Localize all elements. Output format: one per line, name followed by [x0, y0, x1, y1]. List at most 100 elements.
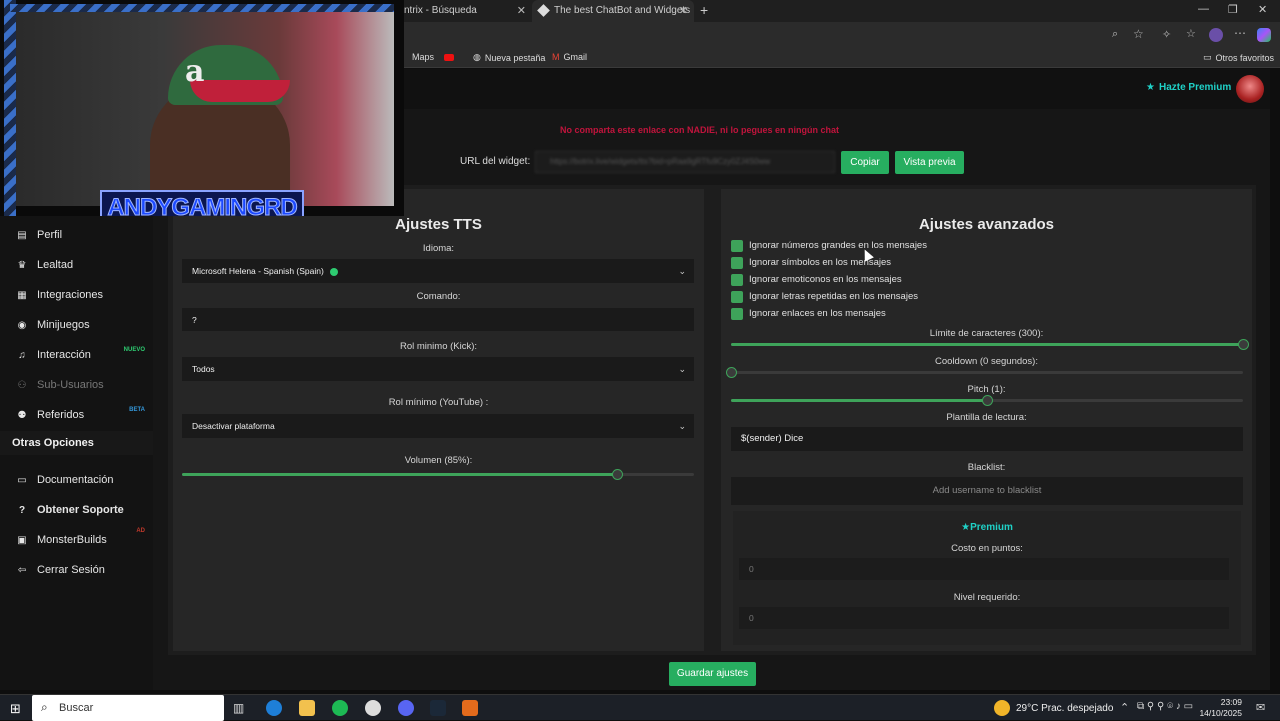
- language-select[interactable]: Microsoft Helena - Spanish (Spain) ⌄: [182, 259, 694, 283]
- weather-icon[interactable]: [994, 700, 1010, 716]
- discord-icon[interactable]: [398, 700, 414, 716]
- sidebar-item-label: Obtener Soporte: [37, 504, 124, 516]
- slider-knob[interactable]: [725, 367, 737, 378]
- clock-time[interactable]: 23:09: [1200, 697, 1242, 707]
- slider-knob[interactable]: [1237, 339, 1249, 350]
- command-label: Comando:: [416, 291, 461, 302]
- sidebar-item-perfil[interactable]: ▤ Perfil: [16, 225, 151, 245]
- tts-panel: Ajustes TTS Idioma: Microsoft Helena - S…: [173, 189, 704, 651]
- copilot-icon[interactable]: [1257, 28, 1271, 42]
- close-window-icon[interactable]: ✕: [1258, 3, 1267, 16]
- volume-slider[interactable]: [182, 469, 694, 480]
- sidebar-item-interaccion[interactable]: ♫ Interacción NUEVO: [16, 345, 151, 365]
- sidebar-item-documentacion[interactable]: ▭ Documentación: [16, 470, 151, 490]
- kick-role-select[interactable]: Todos ⌄: [182, 357, 694, 381]
- premium-link[interactable]: ★ Hazte Premium: [1146, 82, 1231, 93]
- kick-role-label: Rol minimo (Kick):: [399, 341, 478, 352]
- char-limit-slider[interactable]: [731, 339, 1249, 350]
- more-icon[interactable]: ⋯: [1234, 26, 1246, 40]
- favorites-icon[interactable]: ☆: [1186, 27, 1196, 40]
- maximize-icon[interactable]: ❐: [1228, 3, 1238, 16]
- slider-knob[interactable]: [611, 469, 623, 480]
- premium-title-text: Premium: [970, 522, 1013, 533]
- steam-icon[interactable]: [430, 700, 446, 716]
- sidebar-item-monsterbuilds[interactable]: ▣ MonsterBuilds AD: [16, 528, 151, 550]
- sidebar-item-integraciones[interactable]: ▦ Integraciones: [16, 285, 151, 305]
- zoom-icon[interactable]: ⌕: [1112, 28, 1118, 41]
- blacklist-input[interactable]: Add username to blacklist: [731, 477, 1243, 505]
- streamer-name-plate: ANDYGAMINGRD: [100, 190, 304, 216]
- chevron-down-icon: ⌄: [678, 364, 686, 374]
- premium-box: ★Premium Costo en puntos: 0 Nivel requer…: [733, 511, 1241, 645]
- bookmark-label: Maps: [412, 52, 435, 62]
- extensions-icon[interactable]: ✧: [1162, 28, 1171, 41]
- user-avatar[interactable]: [1236, 75, 1264, 103]
- copy-button[interactable]: Copiar: [841, 151, 889, 174]
- obs-icon[interactable]: [365, 700, 381, 716]
- task-view-icon[interactable]: ▥: [233, 701, 244, 715]
- checkbox-label: Ignorar letras repetidas en los mensajes: [749, 291, 918, 302]
- sidebar-item-cerrar-sesion[interactable]: ⇦ Cerrar Sesión: [16, 560, 151, 580]
- spotify-icon[interactable]: [332, 700, 348, 716]
- sidebar-item-label: Lealtad: [37, 259, 74, 271]
- level-input[interactable]: 0: [739, 607, 1229, 629]
- widget-url-field[interactable]: https://botrix.live/widgets/tts?bid=pRaa…: [535, 151, 835, 173]
- sidebar-item-sub-usuarios[interactable]: ⚇ Sub-Usuarios: [16, 375, 151, 395]
- checkbox-checked[interactable]: [731, 239, 743, 252]
- template-input[interactable]: $(sender) Dice: [731, 427, 1243, 451]
- tray-chevron-icon[interactable]: ⌃: [1120, 701, 1129, 714]
- checkbox-checked[interactable]: [731, 290, 743, 303]
- checkbox-checked[interactable]: [731, 307, 743, 320]
- youtube-role-label: Rol mínimo (YouTube) :: [388, 397, 489, 408]
- new-tab-icon[interactable]: +: [700, 2, 708, 18]
- file-explorer-icon[interactable]: [299, 700, 315, 716]
- other-bookmarks[interactable]: ▭ Otros favoritos: [1203, 52, 1274, 63]
- id-card-icon: ▤: [17, 229, 27, 241]
- bookmark-maps[interactable]: Maps: [412, 52, 434, 62]
- checkbox-checked[interactable]: [731, 273, 743, 286]
- logout-icon: ⇦: [17, 564, 27, 576]
- minimize-icon[interactable]: —: [1198, 3, 1209, 15]
- grid-icon: ▦: [17, 289, 27, 301]
- tab-search[interactable]: ntrix - Búsqueda ✕: [398, 0, 532, 22]
- save-settings-button[interactable]: Guardar ajustes: [669, 662, 756, 686]
- bookmark-new-tab[interactable]: ◍ Nueva pestaña: [473, 52, 545, 63]
- close-tab-icon[interactable]: ✕: [517, 0, 526, 22]
- checkbox-ignore-repeated[interactable]: Ignorar letras repetidas en los mensajes: [731, 290, 918, 303]
- widget-url-label: URL del widget:: [460, 156, 531, 167]
- profile-avatar[interactable]: [1209, 28, 1223, 42]
- sidebar-item-minijuegos[interactable]: ◉ Minijuegos: [16, 315, 151, 335]
- cap-brim: [190, 80, 290, 102]
- youtube-role-value: Desactivar plataforma: [192, 421, 275, 431]
- sidebar-item-label: Documentación: [37, 474, 114, 486]
- checkbox-ignore-numbers[interactable]: Ignorar números grandes en los mensajes: [731, 239, 927, 252]
- clock-date[interactable]: 14/10/2025: [1196, 708, 1242, 718]
- notification-icon[interactable]: ✉: [1256, 701, 1265, 714]
- star-icon[interactable]: ☆: [1133, 27, 1144, 41]
- app-icon[interactable]: [462, 700, 478, 716]
- weather-text[interactable]: 29°C Prac. despejado: [1016, 703, 1113, 714]
- windows-start-icon[interactable]: ⊞: [10, 701, 21, 717]
- slider-knob[interactable]: [981, 395, 993, 406]
- command-input[interactable]: ?: [182, 308, 694, 331]
- youtube-role-select[interactable]: Desactivar plataforma ⌄: [182, 414, 694, 438]
- pitch-slider[interactable]: [731, 395, 1243, 406]
- taskbar-search[interactable]: ⌕ Buscar: [32, 695, 224, 721]
- tab-botrix[interactable]: The best ChatBot and Widgets fo ✕: [532, 0, 694, 38]
- checkbox-ignore-links[interactable]: Ignorar enlaces en los mensajes: [731, 307, 886, 320]
- close-tab-icon[interactable]: ✕: [679, 0, 688, 22]
- sidebar-item-lealtad[interactable]: ♛ Lealtad: [16, 255, 151, 275]
- cooldown-slider[interactable]: [725, 367, 1243, 378]
- edge-icon[interactable]: [266, 700, 282, 716]
- checkbox-checked[interactable]: [731, 256, 743, 269]
- checkbox-label: Ignorar emoticonos en los mensajes: [749, 274, 902, 285]
- checkbox-label: Ignorar números grandes en los mensajes: [749, 240, 927, 251]
- youtube-icon[interactable]: [444, 54, 454, 61]
- sidebar-item-soporte[interactable]: ? Obtener Soporte: [16, 500, 151, 520]
- checkbox-ignore-emotes[interactable]: Ignorar emoticonos en los mensajes: [731, 273, 902, 286]
- cost-input[interactable]: 0: [739, 558, 1229, 580]
- sidebar-item-referidos[interactable]: ⚉ Referidos BETA: [16, 405, 151, 425]
- tray-icons[interactable]: ⧉ ⚲ ⚲ ⌾ ♪ ▭: [1137, 701, 1193, 712]
- preview-button[interactable]: Vista previa: [895, 151, 964, 174]
- bookmark-gmail[interactable]: M Gmail: [552, 52, 587, 62]
